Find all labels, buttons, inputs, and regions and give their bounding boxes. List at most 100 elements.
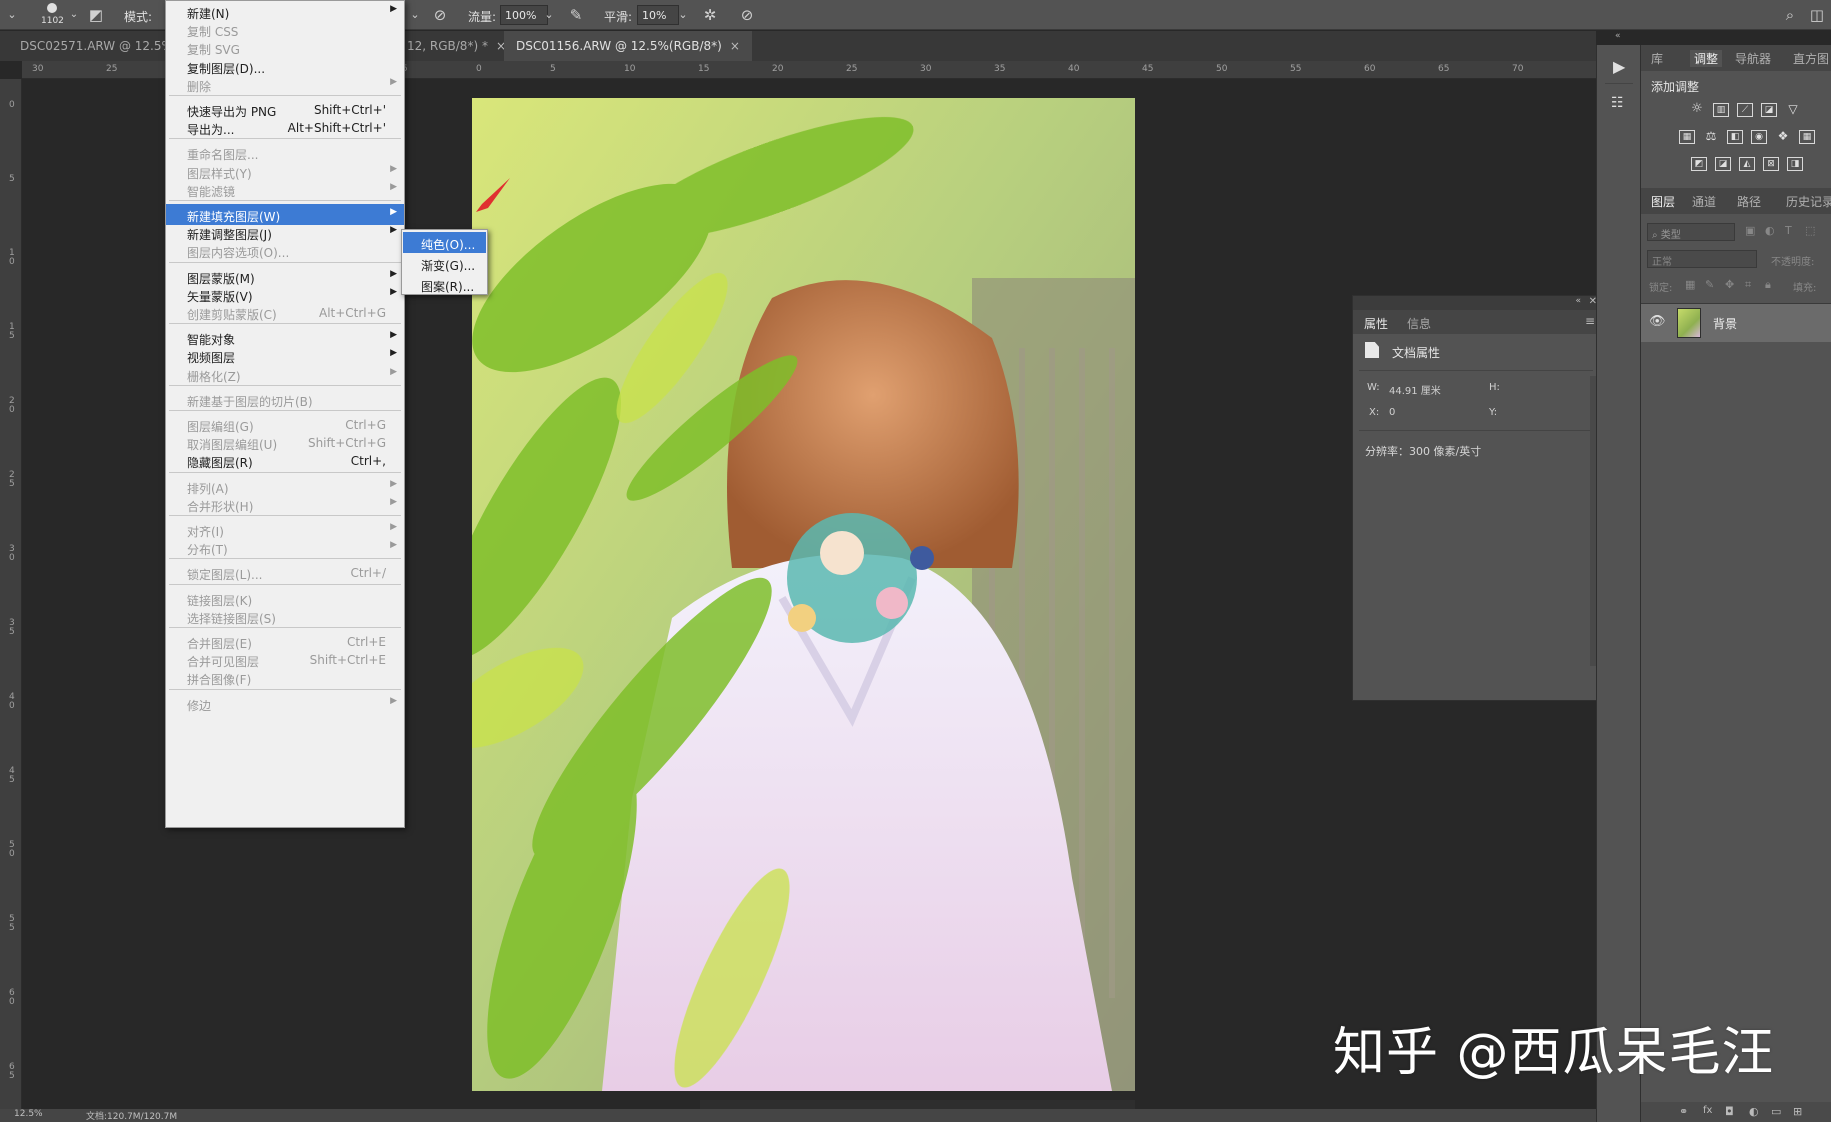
layer-filter-select[interactable]: ⌕ 类型 [1647,223,1735,241]
lock-brush-icon[interactable]: ✎ [1705,278,1714,291]
menu-item[interactable]: 新建基于图层的切片(B) [166,389,404,410]
document-icon [1365,342,1379,358]
tab-info[interactable]: 信息 [1407,315,1431,332]
menu-item[interactable]: 栅格化(Z) ▶ [166,364,404,385]
menu-item[interactable]: 图层内容选项(O)... [166,240,404,261]
menu-item[interactable]: 隐藏图层(R) Ctrl+, [166,450,404,471]
menu-item[interactable]: 锁定图层(L)... Ctrl+/ [166,562,404,583]
lock-artboard-icon[interactable]: ⌗ [1745,278,1751,292]
vibrance-icon[interactable]: ▽ [1785,103,1801,117]
properties-tabs: 属性 信息 ≡ [1353,310,1601,334]
lock-move-icon[interactable]: ✥ [1725,278,1734,291]
submenu-item[interactable]: 纯色(O)... [403,232,486,253]
layer-name[interactable]: 背景 [1713,315,1737,332]
add-mask-icon[interactable]: ◘ [1725,1105,1734,1118]
link-layers-icon[interactable]: ⚭ [1679,1105,1688,1118]
color-lookup-icon[interactable]: ▦ [1799,130,1815,144]
ruler-tick-label: 55 [1290,64,1302,74]
menu-item-shortcut: Ctrl+, [350,454,386,469]
tab-document-3[interactable]: DSC01156.ARW @ 12.5%(RGB/8*) × [504,31,752,61]
menu-item[interactable]: 删除 ▶ [166,74,404,95]
menu-item[interactable]: 拼合图像(F) [166,667,404,688]
panel-header[interactable]: « ✕ [1353,296,1601,310]
black-white-icon[interactable]: ◧ [1727,130,1743,144]
filter-adjustment-icon[interactable]: ◐ [1765,224,1775,237]
submenu-arrow-icon: ▶ [390,286,397,297]
exposure-icon[interactable]: ◪ [1761,103,1777,117]
fx-icon[interactable]: fx [1703,1105,1712,1116]
chevron-down-icon[interactable]: ⌄ [405,5,425,25]
posterize-icon[interactable]: ◪ [1715,157,1731,171]
gradient-map-icon[interactable]: ◨ [1787,157,1803,171]
filter-pixel-icon[interactable]: ▣ [1745,224,1755,237]
tab-paths[interactable]: 路径 [1737,193,1761,210]
width-value[interactable]: 44.91 厘米 [1389,382,1441,397]
chevron-down-icon[interactable]: ⌄ [2,5,22,25]
tab-histogram[interactable]: 直方图 [1793,50,1829,67]
collapse-icon[interactable]: « [1615,31,1621,41]
lock-transparent-icon[interactable]: ▦ [1685,278,1695,291]
zoom-level[interactable]: 12.5% [14,1109,43,1119]
menu-item[interactable]: 导出为... Alt+Shift+Ctrl+' [166,117,404,138]
tab-properties[interactable]: 属性 [1364,315,1388,332]
vertical-ruler[interactable]: 0 5 1 0 1 5 2 0 2 5 3 0 3 5 4 0 4 5 5 0 5 5 6 0 6 5 [0,79,22,1109]
filter-type-icon[interactable]: T [1785,224,1792,237]
curves-icon[interactable]: ⟋ [1737,103,1753,117]
menu-item[interactable]: 分布(T) ▶ [166,537,404,558]
group-icon[interactable]: ▭ [1771,1105,1781,1118]
gear-icon[interactable]: ✲ [700,5,720,25]
layer-row-background[interactable]: 👁︎ 背景 [1641,304,1831,342]
close-icon[interactable]: × [730,39,740,53]
brush-settings-icon[interactable]: ◩ [86,5,106,25]
adjustment-layer-icon[interactable]: ◐ [1749,1105,1759,1118]
menu-item[interactable]: 合并形状(H) ▶ [166,494,404,515]
hue-saturation-icon[interactable]: ▦ [1679,130,1695,144]
selective-color-icon[interactable]: ⊠ [1763,157,1779,171]
visibility-eye-icon[interactable]: 👁︎ [1649,314,1666,329]
submenu-item[interactable]: 渐变(G)... [403,253,486,274]
ruler-tick-label: 40 [1068,64,1080,74]
ruler-tick-label: 20 [772,64,784,74]
tab-navigator[interactable]: 导航器 [1735,50,1771,67]
collapse-icon[interactable]: « [1575,296,1581,306]
new-layer-icon[interactable]: ⊞ [1793,1105,1802,1118]
filter-shape-icon[interactable]: ⬚ [1805,224,1815,237]
color-balance-icon[interactable]: ⚖ [1703,130,1719,144]
tab-libraries[interactable]: 库 [1651,50,1663,67]
workspace-icon[interactable]: ◫ [1807,5,1827,25]
tab-adjustments[interactable]: 调整 [1690,50,1723,67]
tab-history[interactable]: 历史记录 [1786,193,1831,210]
chevron-down-icon[interactable]: ⌄ [64,5,84,25]
x-value[interactable]: 0 [1389,407,1395,418]
airbrush-pressure-icon[interactable]: ⊘ [430,5,450,25]
tab-layers[interactable]: 图层 [1651,193,1675,210]
chevron-down-icon[interactable]: ⌄ [539,5,559,25]
menu-item[interactable]: 修边 ▶ [166,693,404,714]
chevron-down-icon[interactable]: ⌄ [673,5,693,25]
ruler-tick-label: 0 [9,100,15,110]
brightness-icon[interactable]: ☼ [1689,102,1705,117]
airbrush-icon[interactable]: ✎ [566,5,586,25]
menu-item[interactable]: 选择链接图层(S) [166,606,404,627]
blend-mode-value: 正常 [1652,257,1672,268]
document-photo[interactable] [472,98,1135,1091]
channel-mixer-icon[interactable]: ❖ [1775,130,1791,144]
submenu-item[interactable]: 图案(R)... [403,274,486,295]
layer-comps-icon[interactable]: ☷ [1611,95,1624,111]
red-arrow-annotation [476,178,510,212]
pressure-size-icon[interactable]: ⊘ [737,5,757,25]
menu-item[interactable]: 智能滤镜 ▶ [166,179,404,200]
threshold-icon[interactable]: ◭ [1739,157,1755,171]
invert-icon[interactable]: ◩ [1691,157,1707,171]
panel-menu-icon[interactable]: ≡ [1585,314,1595,328]
play-icon[interactable]: ▶ [1613,57,1625,76]
menu-item[interactable]: 创建剪贴蒙版(C) Alt+Ctrl+G [166,302,404,323]
submenu-arrow-icon: ▶ [390,76,397,87]
blend-mode-select[interactable]: 正常 [1647,250,1757,268]
tab-document-2[interactable]: 12, RGB/8*) * × [395,31,518,61]
tab-channels[interactable]: 通道 [1692,193,1716,210]
search-icon[interactable]: ⌕ [1780,5,1800,25]
levels-icon[interactable]: ▥ [1713,103,1729,117]
lock-all-icon[interactable]: 🔒︎ [1765,278,1771,292]
photo-filter-icon[interactable]: ◉ [1751,130,1767,144]
